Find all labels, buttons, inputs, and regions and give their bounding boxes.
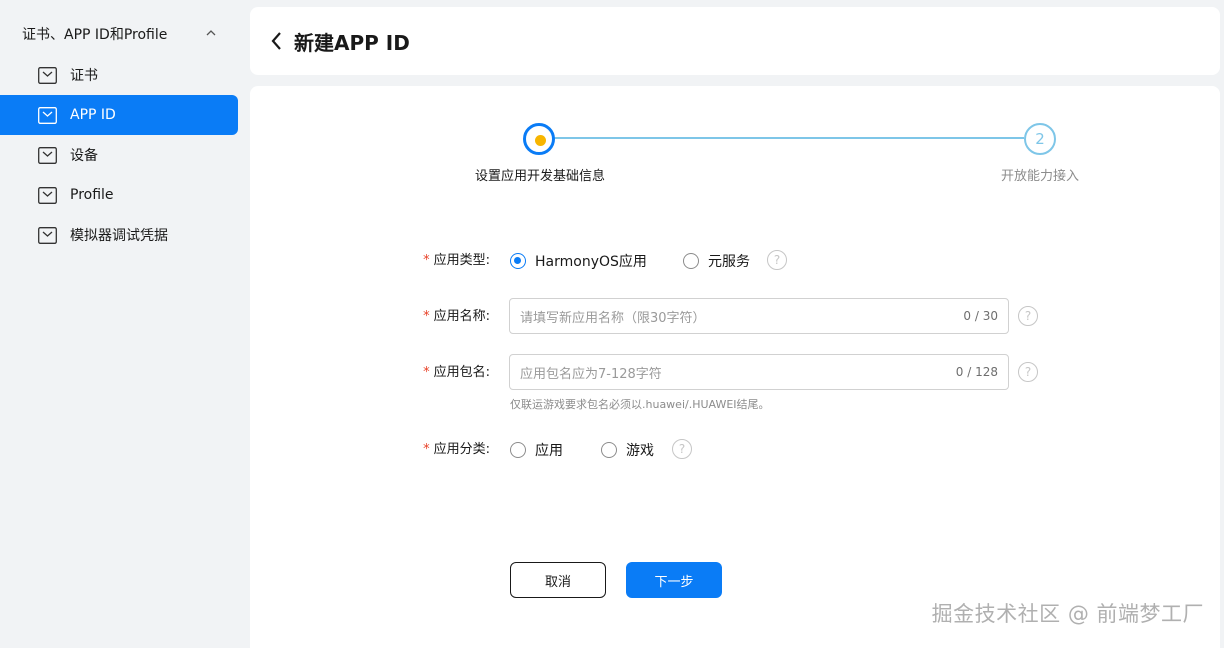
app-name-char-counter: 0 / 30 [963,309,998,323]
profile-icon [38,186,57,204]
sidebar-item-label: 模拟器调试凭据 [70,228,168,244]
sidebar-item-certificate[interactable]: 证书 [0,55,238,95]
step-2-indicator: 2 [1024,123,1056,155]
device-icon [38,146,57,164]
app-name-label: * 应用名称: [423,309,490,324]
back-arrow-icon[interactable] [270,31,286,51]
radio-harmonyos-app[interactable]: HarmonyOS应用 [510,251,647,271]
chevron-up-icon[interactable] [204,26,218,40]
radio-unchecked-icon [601,442,617,458]
step-connector-line [554,137,1024,139]
required-mark: * [423,253,430,268]
next-step-button[interactable]: 下一步 [626,562,722,598]
page-header: 新建APP ID [250,7,1220,75]
sidebar-group-certificates[interactable]: 证书、APP ID和Profile [0,14,238,54]
required-mark: * [423,442,430,457]
package-name-hint: 仅联运游戏要求包名必须以.huawei/.HUAWEI结尾。 [510,398,770,411]
sidebar-item-label: 证书 [70,68,98,84]
required-mark: * [423,365,430,380]
radio-checked-icon [510,253,526,269]
sidebar-item-emulator-credentials[interactable]: 模拟器调试凭据 [0,215,238,255]
app-name-input[interactable]: 请填写新应用名称（限30字符） 0 / 30 [509,298,1009,334]
radio-category-game[interactable]: 游戏 [601,440,654,460]
radio-meta-service[interactable]: 元服务 [683,251,750,271]
watermark: 掘金技术社区 @ 前端梦工厂 [931,602,1204,626]
package-name-input[interactable]: 应用包名应为7-128字符 0 / 128 [509,354,1009,390]
sidebar-item-device[interactable]: 设备 [0,135,238,175]
radio-unchecked-icon [510,442,526,458]
sidebar-item-label: 设备 [70,148,98,164]
package-name-char-counter: 0 / 128 [955,365,998,379]
step-2-label: 开放能力接入 [1000,169,1079,184]
radio-category-app[interactable]: 应用 [510,440,563,460]
package-name-label: * 应用包名: [423,365,490,380]
emulator-credentials-icon [38,226,57,244]
page-title: 新建APP ID [294,30,410,55]
required-mark: * [423,309,430,324]
sidebar-item-label: Profile [70,187,114,203]
sidebar-group-label: 证书、APP ID和Profile [22,27,168,43]
certificate-icon [38,66,57,84]
sidebar-item-app-id[interactable]: APP ID [0,95,238,135]
step-1-indicator [523,123,555,155]
package-name-placeholder: 应用包名应为7-128字符 [520,366,662,382]
sidebar: 证书、APP ID和Profile 证书 APP ID 设备 Profile 模… [0,0,238,648]
help-icon[interactable]: ? [1018,306,1038,326]
help-icon[interactable]: ? [672,439,692,459]
radio-unchecked-icon [683,253,699,269]
app-type-label: * 应用类型: [423,253,490,268]
help-icon[interactable]: ? [1018,362,1038,382]
app-name-placeholder: 请填写新应用名称（限30字符） [520,310,706,326]
step-1-active-dot [535,135,546,146]
category-label: * 应用分类: [423,442,490,457]
sidebar-item-profile[interactable]: Profile [0,175,238,215]
app-id-icon [38,106,57,124]
main-content: 2 设置应用开发基础信息 开放能力接入 * 应用类型: HarmonyOS应用 元… [250,86,1220,648]
help-icon[interactable]: ? [767,250,787,270]
sidebar-item-label: APP ID [70,107,116,123]
step-1-label: 设置应用开发基础信息 [474,169,605,184]
cancel-button[interactable]: 取消 [510,562,606,598]
